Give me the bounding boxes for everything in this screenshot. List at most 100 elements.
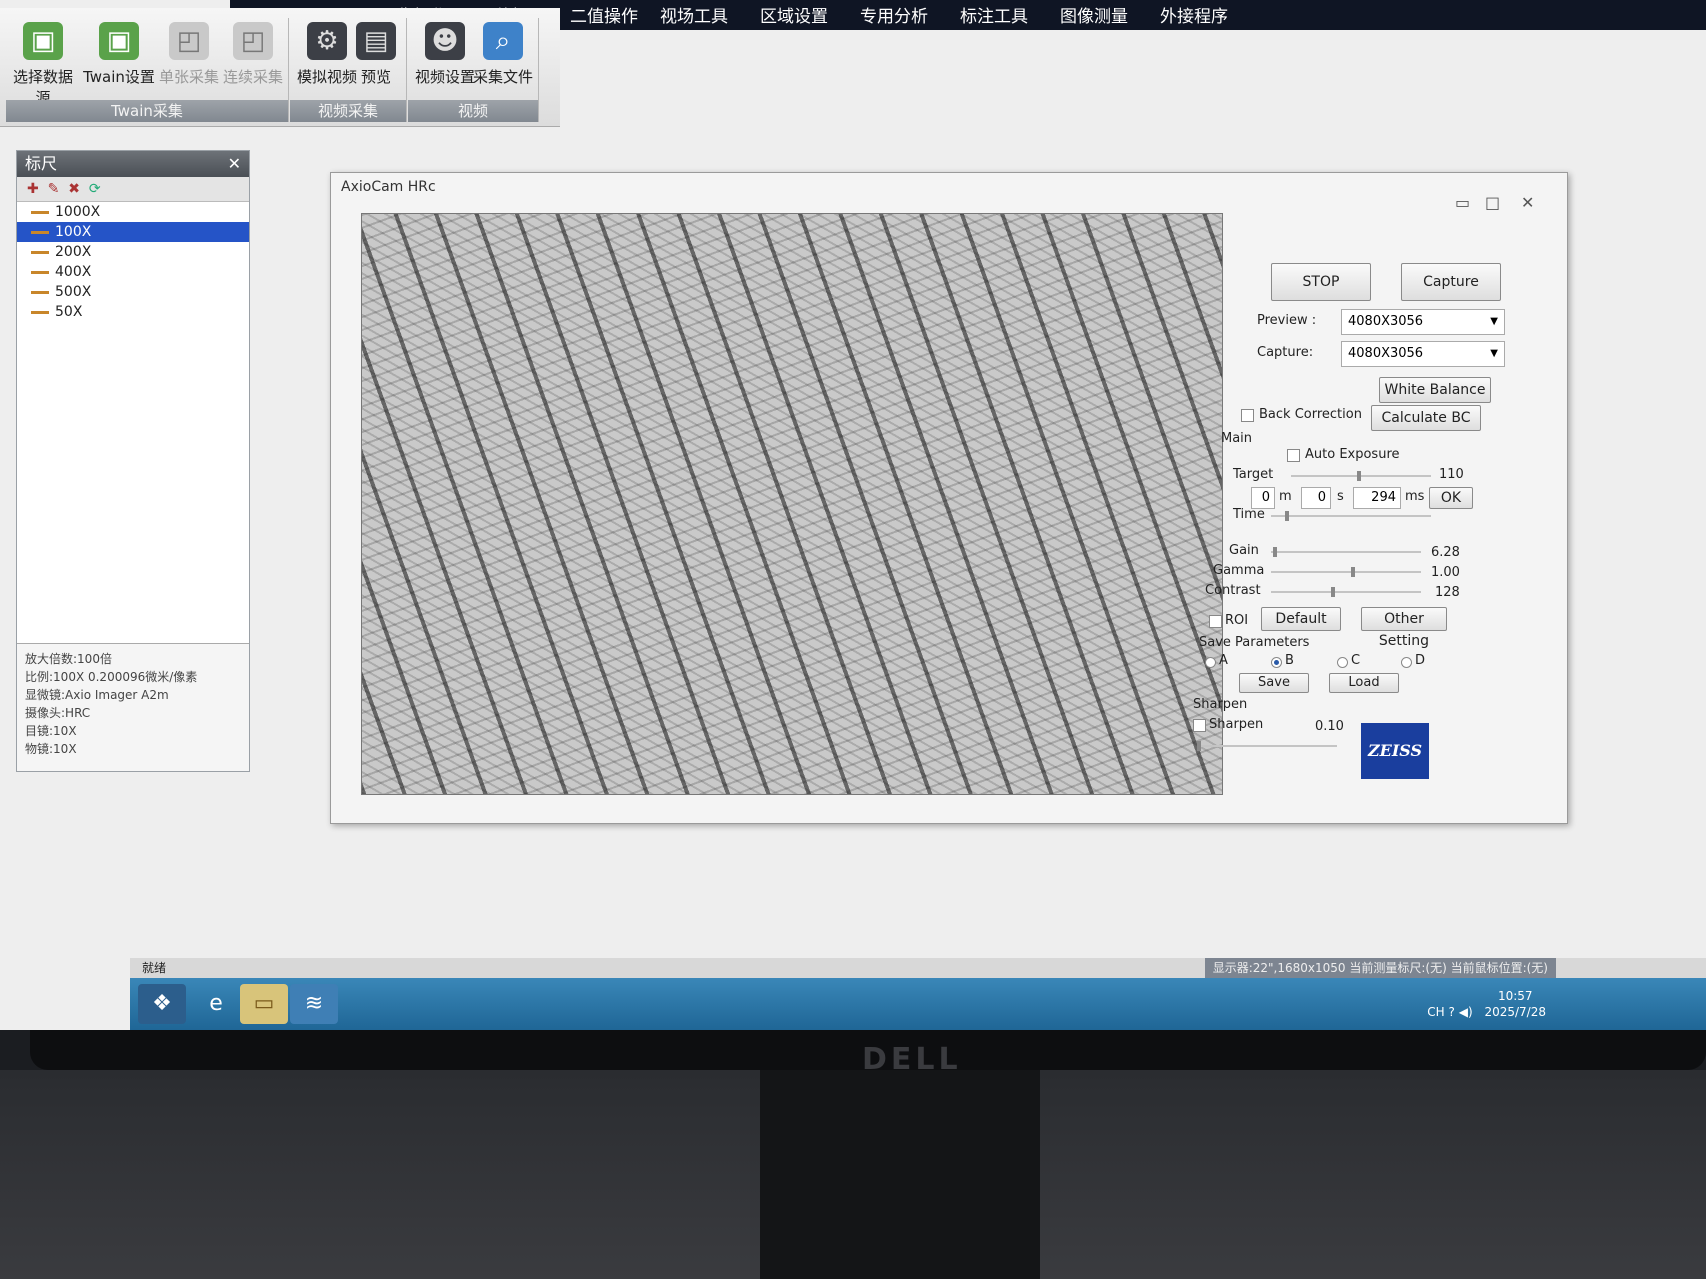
single-capture-button[interactable]: ◰ 单张采集 — [152, 22, 226, 87]
menu-measurement[interactable]: 图像测量 — [1060, 2, 1128, 27]
white-balance-button[interactable]: White Balance — [1379, 377, 1491, 403]
menu-annotation[interactable]: 标注工具 — [960, 2, 1028, 27]
folder-search-icon: ⌕ — [483, 22, 523, 60]
add-scale-icon[interactable]: ✚ — [27, 181, 39, 197]
back-correction-label: Back Correction — [1259, 407, 1362, 422]
info-line: 物镜:10X — [25, 742, 77, 756]
panel-header: 标尺 ✕ — [17, 151, 249, 177]
filmstrip-icon: ▤ — [356, 22, 396, 60]
time-seconds-field[interactable]: 0 — [1301, 487, 1331, 509]
sharpen-group-label: Sharpen — [1193, 697, 1248, 712]
target-slider[interactable] — [1291, 471, 1431, 481]
ms-unit: ms — [1405, 489, 1425, 504]
ribbon-group-label: 视频采集 — [290, 100, 406, 122]
minimize-icon[interactable]: ▭ — [1455, 193, 1470, 212]
single-capture-icon: ◰ — [169, 22, 209, 60]
ribbon: ▣ 选择数据源 ▣ Twain设置 ◰ 单张采集 ◰ 连续采集 Twain采集 ⚙ 模拟视… — [0, 8, 560, 127]
sharpen-checkbox[interactable] — [1193, 719, 1206, 732]
main-label: Main — [1221, 431, 1253, 446]
contrast-label: Contrast — [1205, 583, 1261, 598]
film-reel-icon: ⚙ — [307, 22, 347, 60]
monitor-logo: DELL — [862, 1042, 962, 1077]
menu-field-tools[interactable]: 视场工具 — [660, 2, 728, 27]
app-icon[interactable]: ≋ — [290, 984, 338, 1024]
time-slider[interactable] — [1271, 511, 1431, 521]
menu-special-analysis[interactable]: 专用分析 — [860, 2, 928, 27]
scale-item-selected[interactable]: 100X — [17, 222, 249, 242]
gain-slider[interactable] — [1271, 547, 1421, 557]
source-icon: ▣ — [23, 22, 63, 60]
sharpen-slider[interactable] — [1197, 741, 1337, 751]
seconds-unit: s — [1337, 489, 1344, 504]
panel-title: 标尺 — [25, 154, 58, 173]
param-c-label: C — [1351, 653, 1361, 668]
other-setting-button[interactable]: Other Setting — [1361, 607, 1447, 649]
menu-region-settings[interactable]: 区域设置 — [760, 2, 828, 27]
time-minutes-field[interactable]: 0 — [1251, 487, 1275, 509]
param-a-radio[interactable] — [1205, 657, 1216, 668]
refresh-icon[interactable]: ⟳ — [89, 181, 101, 197]
close-icon[interactable]: ✕ — [228, 151, 241, 177]
exposure-ok-button[interactable]: OK — [1429, 487, 1473, 509]
scale-item[interactable]: 400X — [17, 262, 249, 282]
system-tray: CH ? ◀) 10:57 2025/7/28 — [1427, 988, 1546, 1020]
preview-resolution-select[interactable]: 4080X3056 ▼ — [1341, 309, 1505, 335]
stop-button[interactable]: STOP — [1271, 263, 1371, 301]
time-ms-field[interactable]: 294 — [1353, 487, 1401, 509]
clock-date: 2025/7/28 — [1484, 1005, 1546, 1019]
gamma-slider[interactable] — [1271, 567, 1421, 577]
delete-scale-icon[interactable]: ✖ — [68, 181, 80, 197]
default-button[interactable]: Default — [1261, 607, 1341, 631]
volume-icon[interactable]: ◀) — [1459, 1005, 1473, 1019]
info-line: 比例:100X 0.200096微米/像素 — [25, 670, 198, 684]
window-title: AxioCam HRc — [341, 179, 436, 195]
minutes-unit: m — [1279, 489, 1292, 504]
param-c-radio[interactable] — [1337, 657, 1348, 668]
scale-item[interactable]: 50X — [17, 302, 249, 322]
gamma-label: Gamma — [1213, 563, 1265, 578]
back-correction-checkbox[interactable] — [1241, 409, 1254, 422]
continuous-capture-button[interactable]: ◰ 连续采集 — [216, 22, 290, 87]
scale-item[interactable]: 1000X — [17, 202, 249, 222]
ribbon-group-twain: ▣ 选择数据源 ▣ Twain设置 ◰ 单张采集 ◰ 连续采集 Twain采集 — [6, 18, 289, 122]
edit-scale-icon[interactable]: ✎ — [48, 181, 60, 197]
live-preview-image[interactable] — [361, 213, 1223, 795]
help-icon[interactable]: ? — [1449, 1005, 1455, 1019]
contrast-value: 128 — [1435, 585, 1460, 600]
start-button-icon[interactable]: ❖ — [138, 984, 186, 1024]
language-indicator[interactable]: CH — [1427, 1005, 1444, 1019]
param-b-radio[interactable] — [1271, 657, 1282, 668]
twain-settings-button[interactable]: ▣ Twain设置 — [82, 22, 156, 87]
zeiss-logo: ZEISS — [1361, 723, 1429, 779]
close-icon[interactable]: ✕ — [1521, 193, 1534, 212]
maximize-icon[interactable]: □ — [1485, 193, 1500, 212]
param-d-radio[interactable] — [1401, 657, 1412, 668]
folder-icon[interactable]: ▭ — [240, 984, 288, 1024]
contrast-slider[interactable] — [1271, 587, 1421, 597]
menu-external[interactable]: 外接程序 — [1160, 2, 1228, 27]
preview-label: Preview : — [1257, 313, 1317, 328]
sharpen-label: Sharpen — [1209, 717, 1264, 732]
menu-binary-ops[interactable]: 二值操作 — [570, 2, 638, 27]
browser-icon[interactable]: e — [192, 984, 240, 1024]
select-source-button[interactable]: ▣ 选择数据源 — [6, 22, 80, 108]
capture-resolution-select[interactable]: 4080X3056 ▼ — [1341, 341, 1505, 367]
gamma-value: 1.00 — [1431, 565, 1460, 580]
roi-checkbox[interactable] — [1209, 615, 1222, 628]
load-params-button[interactable]: Load — [1329, 673, 1399, 693]
capture-button[interactable]: Capture — [1401, 263, 1501, 301]
calculate-bc-button[interactable]: Calculate BC — [1371, 405, 1481, 431]
preview-button[interactable]: ▤ 预览 — [346, 22, 406, 87]
status-text: 就绪 — [142, 961, 167, 975]
capture-file-button[interactable]: ⌕ 采集文件 — [468, 22, 538, 87]
gain-value: 6.28 — [1431, 545, 1460, 560]
target-value: 110 — [1439, 467, 1464, 482]
scale-item[interactable]: 500X — [17, 282, 249, 302]
continuous-capture-icon: ◰ — [233, 22, 273, 60]
info-line: 目镜:10X — [25, 724, 77, 738]
auto-exposure-checkbox[interactable] — [1287, 449, 1300, 462]
auto-exposure-label: Auto Exposure — [1305, 447, 1400, 462]
scale-item[interactable]: 200X — [17, 242, 249, 262]
save-params-button[interactable]: Save — [1239, 673, 1309, 693]
panel-toolbar: ✚ ✎ ✖ ⟳ — [17, 177, 249, 202]
